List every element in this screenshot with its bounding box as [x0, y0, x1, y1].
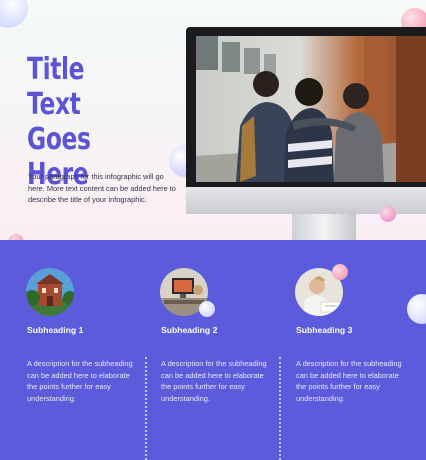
- monitor-stand: [292, 214, 356, 242]
- school-building-photo-icon: [26, 268, 74, 316]
- decorative-bubble: [407, 294, 426, 324]
- title-line-1: Title Text: [27, 52, 85, 122]
- students-photo-icon: [196, 36, 426, 182]
- decorative-bubble: [380, 206, 396, 222]
- intro-paragraph: Your paragraph for this infographic will…: [28, 172, 176, 205]
- column-divider: [279, 357, 281, 460]
- description-2: A description for the subheading can be …: [161, 359, 267, 403]
- subheading-1: Subheading 1: [27, 325, 84, 335]
- description-3: A description for the subheading can be …: [296, 359, 402, 403]
- column-divider: [145, 357, 147, 460]
- decorative-bubble: [332, 264, 348, 280]
- monitor-screen-photo: [196, 36, 426, 182]
- description-1: A description for the subheading can be …: [27, 359, 133, 403]
- subheading-2: Subheading 2: [161, 325, 218, 335]
- decorative-bubble: [199, 301, 215, 317]
- subheading-3: Subheading 3: [296, 325, 353, 335]
- decorative-bubble: [0, 0, 28, 28]
